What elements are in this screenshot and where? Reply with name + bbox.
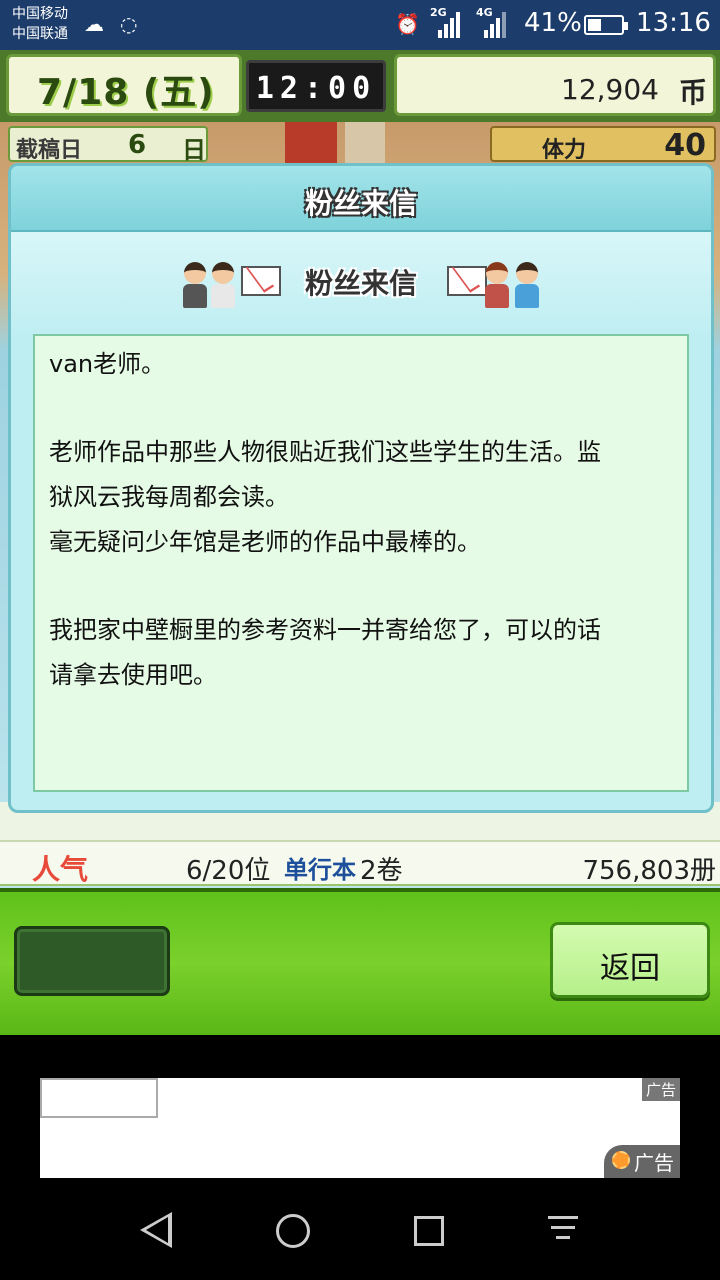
- clock-panel: 12:00: [246, 60, 386, 112]
- deadline-unit: 日: [182, 136, 206, 164]
- network-4g-label: 4G: [476, 6, 493, 19]
- status-bar: 中国移动 中国联通 ☁ ◌ ⏰ 2G 4G 41% 13:16: [0, 0, 720, 50]
- game-clock: 12:00: [255, 71, 377, 106]
- bottom-button-bar: 返回: [0, 888, 720, 1035]
- stamina-panel: 体力 40: [490, 126, 716, 163]
- money-unit: 币: [678, 76, 707, 109]
- dialog-title: 粉丝来信: [304, 187, 417, 220]
- fan-letter-dialog: 粉丝来信 粉丝来信 van老师。 老师作品中那些人物很贴近我们这些学生的生活。监…: [8, 163, 714, 813]
- ad-tag-small: 广告: [641, 1078, 680, 1101]
- ad-banner[interactable]: 广告 广告: [40, 1078, 680, 1178]
- stamina-label: 体力: [542, 138, 587, 163]
- deadline-panel: 截稿日 6 日: [8, 126, 208, 164]
- volume-count: 2卷: [360, 856, 403, 886]
- letter-body: van老师。 老师作品中那些人物很贴近我们这些学生的生活。监 狱风云我每周都会读…: [33, 334, 689, 792]
- battery-icon: [584, 15, 628, 35]
- dialog-banner: 粉丝来信: [11, 232, 711, 336]
- letter-line: 狱风云我每周都会读。: [49, 483, 289, 511]
- stamina-value: 40: [664, 128, 706, 163]
- game-screen: 7/18 (五) 12:00 12,904 币 截稿日 6 日 体力 40 人气…: [0, 50, 720, 1035]
- ad-tag-large: 广告: [604, 1145, 680, 1178]
- copies-sold: 756,803册: [582, 856, 716, 886]
- carrier-labels: 中国移动 中国联通: [12, 4, 68, 44]
- deadline-value: 6: [128, 130, 147, 160]
- date-display: 7/18 (五): [37, 72, 215, 113]
- ad-area: 广告 广告: [0, 1035, 720, 1180]
- ad-image-placeholder: [40, 1078, 158, 1118]
- letter-line: 老师作品中那些人物很贴近我们这些学生的生活。监: [49, 438, 601, 466]
- money-value: 12,904: [561, 73, 659, 106]
- top-hud: 7/18 (五) 12:00 12,904 币: [0, 50, 720, 122]
- carrier-1: 中国移动: [12, 6, 68, 22]
- popularity-label: 人气: [32, 853, 89, 886]
- disabled-button: [14, 926, 170, 996]
- alarm-icon: ⏰: [395, 12, 420, 36]
- nav-recent-apps-icon[interactable]: [414, 1216, 444, 1246]
- network-2g-label: 2G: [430, 6, 447, 19]
- deadline-label: 截稿日: [16, 138, 83, 163]
- navigation-bar: [0, 1180, 720, 1280]
- wifi-icon: ◌: [120, 12, 138, 36]
- letter-line: 毫无疑问少年馆是老师的作品中最棒的。: [49, 528, 481, 556]
- back-button[interactable]: 返回: [550, 922, 710, 998]
- weather-icon: ☁: [84, 12, 104, 36]
- nav-menu-icon[interactable]: [548, 1214, 578, 1246]
- letter-line: van老师。: [49, 350, 166, 378]
- clock: 13:16: [636, 8, 711, 38]
- battery-percent: 41%: [524, 8, 582, 38]
- popularity-rank: 6/20位: [186, 856, 271, 886]
- carrier-2: 中国联通: [12, 26, 68, 42]
- signal-4g-icon: 4G: [476, 6, 508, 38]
- nav-home-icon[interactable]: [276, 1214, 310, 1248]
- nav-back-icon[interactable]: [140, 1212, 172, 1248]
- dialog-subtitle: 粉丝来信: [304, 267, 417, 300]
- letter-line: 请拿去使用吧。: [49, 661, 217, 689]
- money-panel: 12,904 币: [394, 54, 716, 116]
- date-panel: 7/18 (五): [6, 54, 242, 116]
- letter-line: 我把家中壁橱里的参考资料一并寄给您了，可以的话: [49, 616, 601, 644]
- dialog-header: 粉丝来信: [11, 166, 711, 232]
- fan-character-icon: [513, 262, 541, 308]
- back-button-label: 返回: [600, 951, 660, 986]
- signal-2g-icon: 2G: [430, 6, 462, 38]
- fan-character-icon: [483, 262, 511, 308]
- envelope-icon: [447, 266, 487, 296]
- stats-row: 人气 6/20位 单行本 2卷 756,803册: [0, 840, 720, 886]
- ad-logo-icon: [612, 1151, 630, 1169]
- ad-tag-large-label: 广告: [634, 1151, 674, 1175]
- volume-tag: 单行本: [284, 856, 356, 884]
